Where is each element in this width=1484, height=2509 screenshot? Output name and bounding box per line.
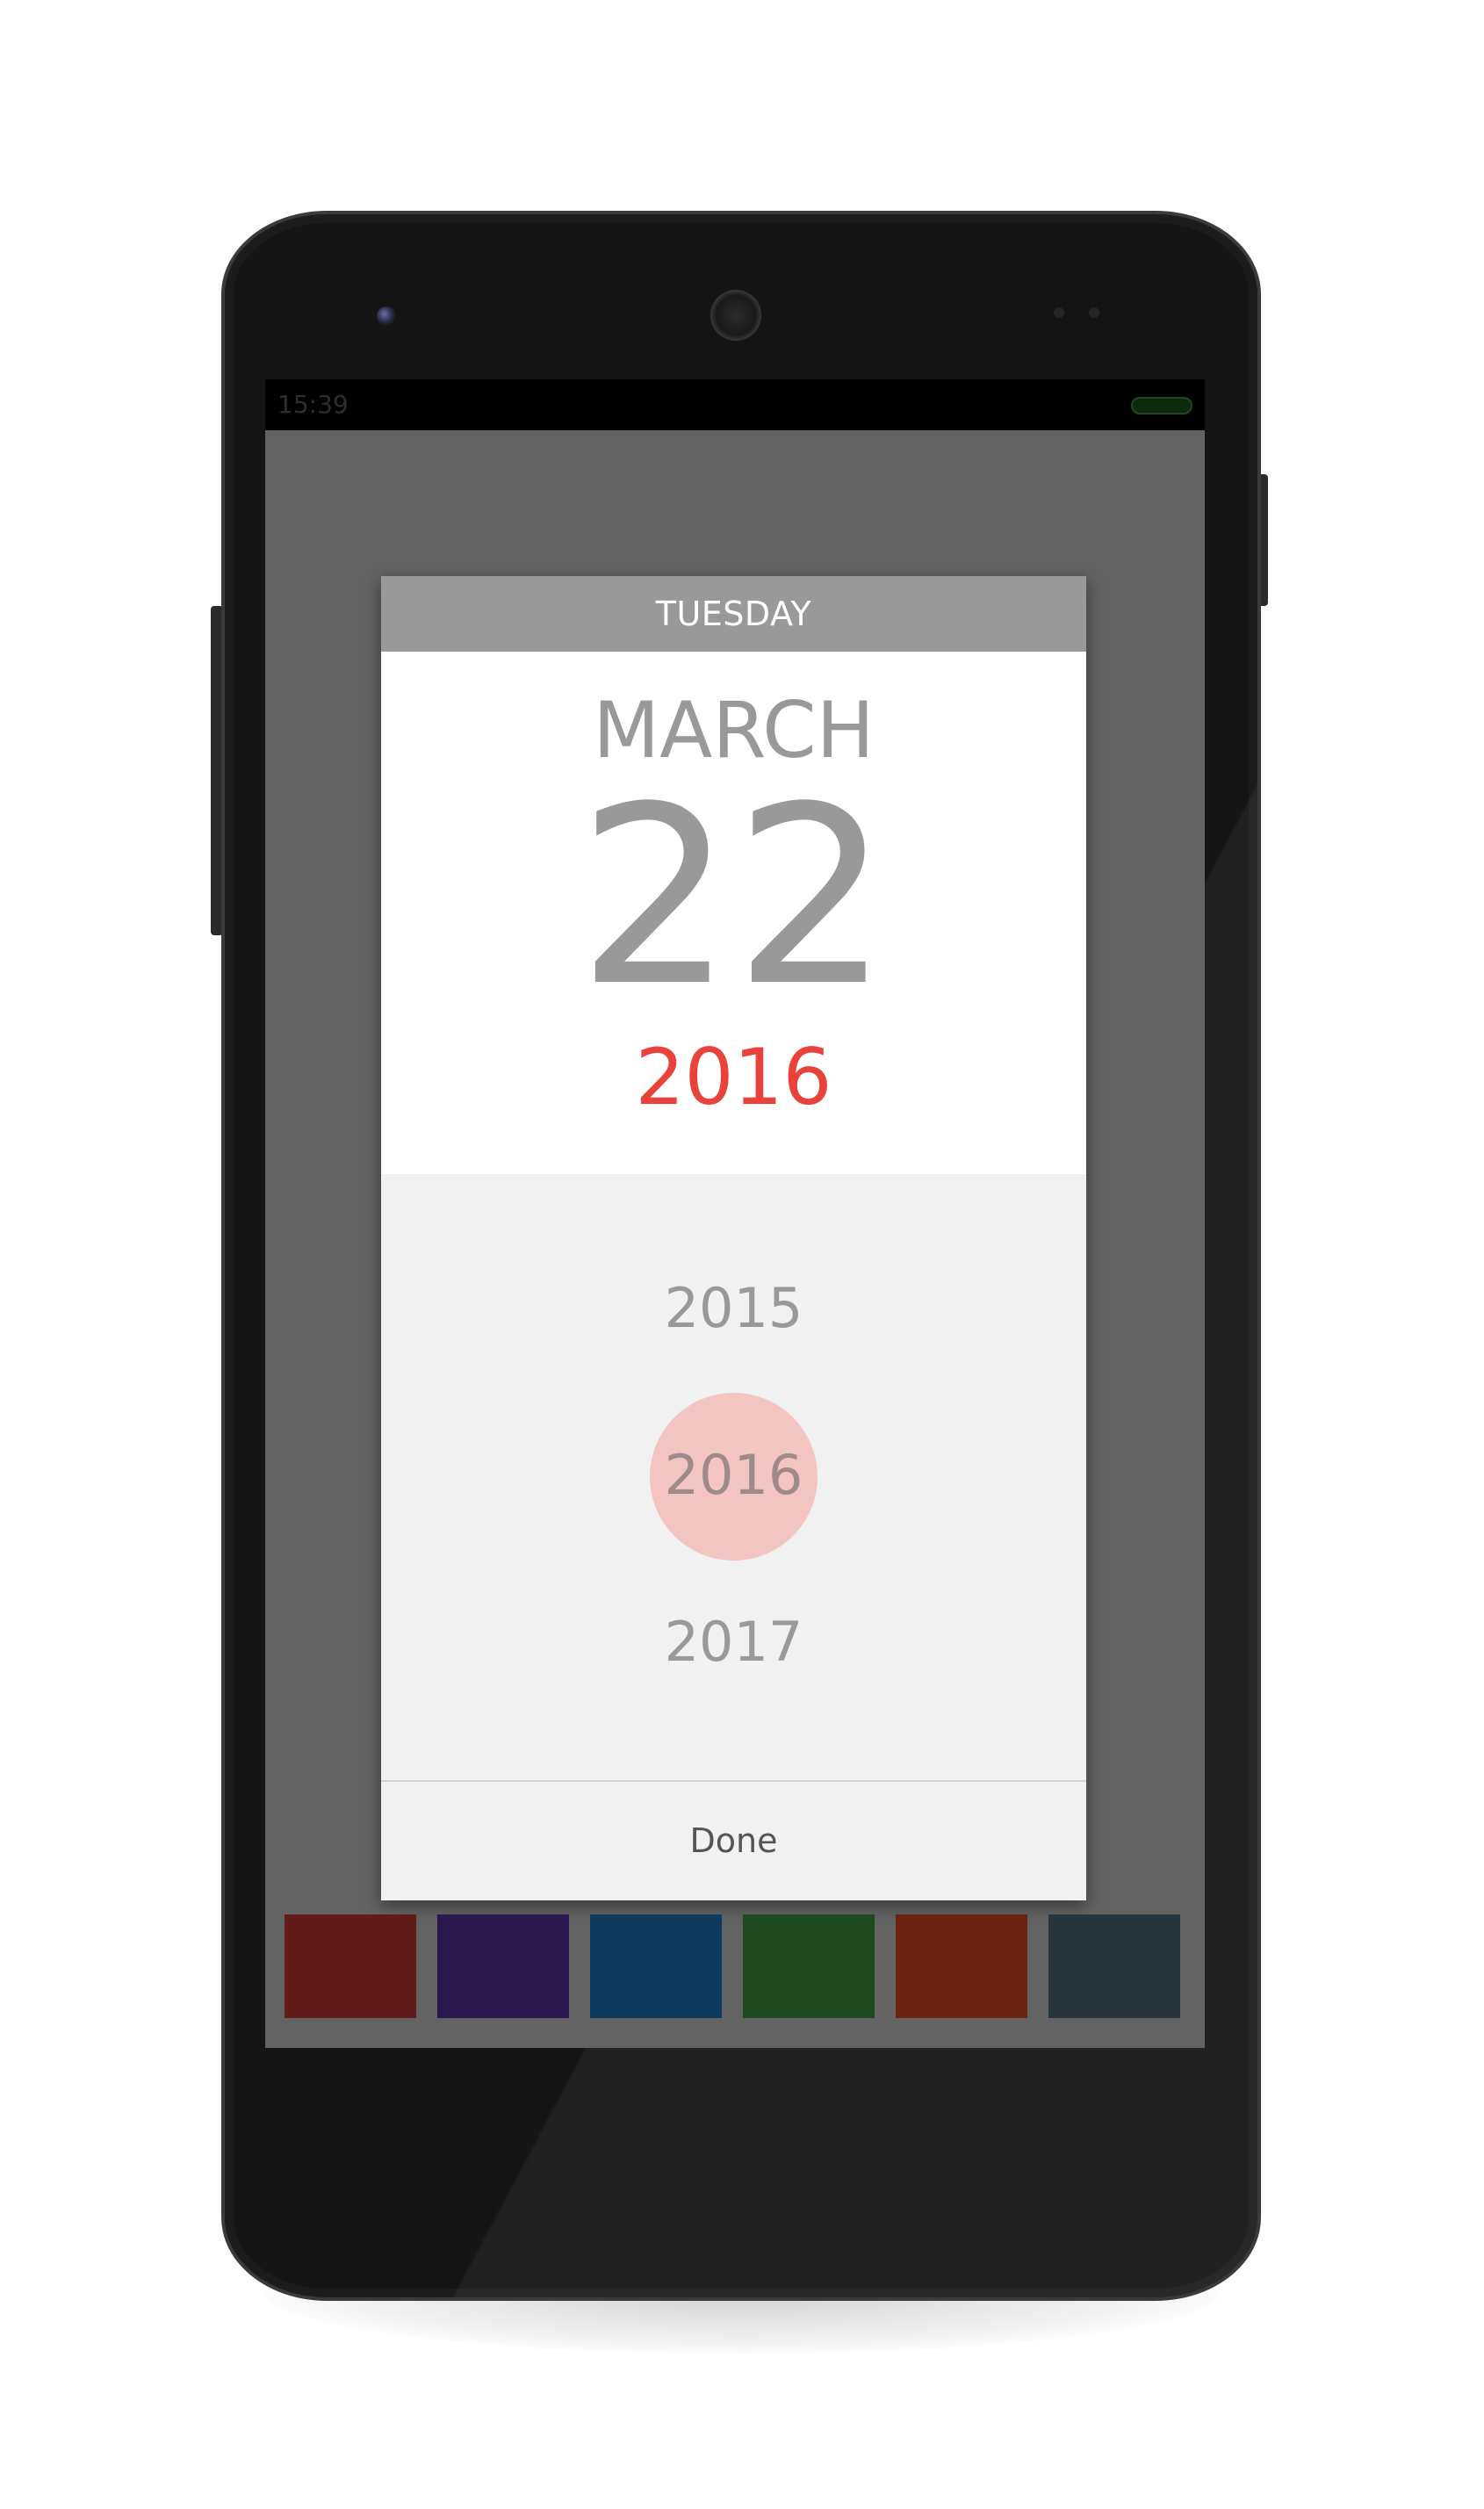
status-bar: 15:39 <box>265 379 1205 430</box>
done-button[interactable]: Done <box>381 1782 1086 1900</box>
year-option-selected-label: 2016 <box>664 1443 803 1507</box>
proximity-sensor <box>1054 307 1064 318</box>
selected-day[interactable]: 22 <box>381 770 1086 1025</box>
color-swatch[interactable] <box>590 1914 722 2018</box>
light-sensor <box>1089 307 1099 318</box>
device-mockup: 15:39 TUESDAY MARCH 22 2016 2015 2016 20… <box>0 0 1484 2509</box>
screen: 15:39 TUESDAY MARCH 22 2016 2015 2016 20… <box>265 379 1205 2048</box>
battery-icon <box>1131 397 1192 415</box>
color-swatch[interactable] <box>896 1914 1027 2018</box>
speaker-grille-icon <box>710 290 761 341</box>
date-picker-dialog: TUESDAY MARCH 22 2016 2015 2016 2017 Don… <box>381 576 1086 1900</box>
color-swatch[interactable] <box>437 1914 569 2018</box>
year-picker-list[interactable]: 2015 2016 2017 <box>381 1174 1086 1780</box>
front-camera-icon <box>377 306 396 326</box>
year-option-previous[interactable]: 2015 <box>381 1260 1086 1357</box>
color-swatch-row <box>285 1914 1189 2020</box>
status-time: 15:39 <box>277 390 349 419</box>
year-option-next[interactable]: 2017 <box>381 1594 1086 1691</box>
color-swatch[interactable] <box>285 1914 416 2018</box>
day-of-week-header: TUESDAY <box>381 576 1086 652</box>
year-option-selected[interactable]: 2016 <box>381 1427 1086 1524</box>
selected-date-display: MARCH 22 2016 <box>381 652 1086 1174</box>
selected-year[interactable]: 2016 <box>381 1034 1086 1121</box>
color-swatch[interactable] <box>743 1914 875 2018</box>
color-swatch[interactable] <box>1048 1914 1180 2018</box>
